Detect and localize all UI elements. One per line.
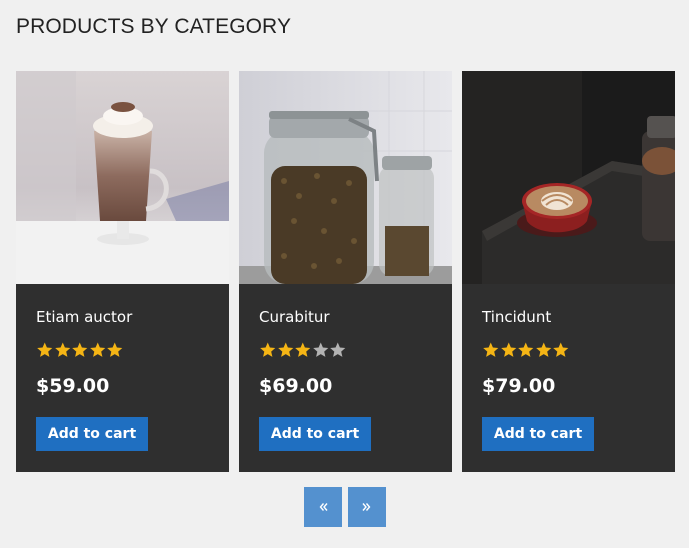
star-empty-icon [330,342,346,357]
previous-page-button[interactable] [304,487,342,527]
product-price: $79.00 [482,375,556,397]
page-title: PRODUCTS BY CATEGORY [16,15,292,38]
product-image-coffee-jars[interactable] [239,71,452,284]
product-image-iced-latte[interactable] [16,71,229,284]
star-filled-icon [54,342,70,357]
star-filled-icon [483,342,499,357]
product-card: Tincidunt $79.00 Add to cart [462,71,675,472]
add-to-cart-button[interactable]: Add to cart [36,417,148,451]
product-card: Curabitur $69.00 Add to cart [239,71,452,472]
star-filled-icon [295,342,311,357]
star-filled-icon [553,342,569,357]
double-chevron-right-icon [362,503,371,511]
star-filled-icon [535,342,551,357]
star-filled-icon [72,342,88,357]
next-page-button[interactable] [348,487,386,527]
product-name[interactable]: Curabitur [259,308,330,326]
star-filled-icon [500,342,516,357]
product-price: $69.00 [259,375,333,397]
star-filled-icon [518,342,534,357]
rating-stars [482,341,570,359]
star-filled-icon [277,342,293,357]
star-filled-icon [107,342,123,357]
product-card: Etiam auctor $59.00 Add to cart [16,71,229,472]
product-name[interactable]: Tincidunt [482,308,551,326]
add-to-cart-button[interactable]: Add to cart [259,417,371,451]
add-to-cart-button[interactable]: Add to cart [482,417,594,451]
product-name[interactable]: Etiam auctor [36,308,132,326]
double-chevron-left-icon [319,503,328,511]
product-image-latte-art[interactable] [462,71,675,284]
rating-stars [36,341,124,359]
star-filled-icon [260,342,276,357]
star-filled-icon [89,342,105,357]
star-filled-icon [37,342,53,357]
product-price: $59.00 [36,375,110,397]
rating-stars [259,341,347,359]
star-empty-icon [312,342,328,357]
